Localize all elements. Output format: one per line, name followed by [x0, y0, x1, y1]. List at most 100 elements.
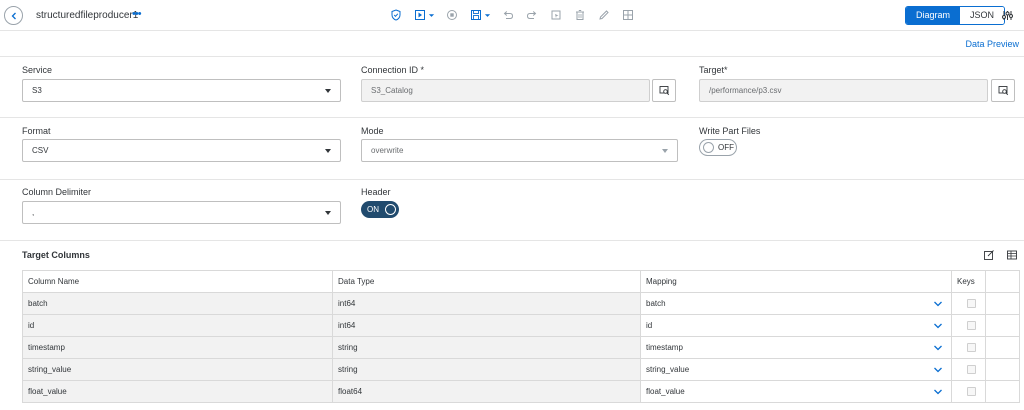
select-icon[interactable] [548, 8, 564, 22]
column-header[interactable]: Data Type [332, 270, 641, 293]
target-label: Target* [699, 65, 728, 75]
format-select[interactable]: CSV [22, 139, 341, 162]
dropdown-arrow-icon [325, 211, 331, 215]
target-columns-title: Target Columns [22, 250, 90, 260]
table-row: id int64 id [22, 314, 1020, 337]
data-type-cell: float64 [332, 380, 641, 403]
toggle-state: ON [367, 205, 379, 214]
back-button[interactable] [4, 6, 23, 25]
toggle-knob [703, 142, 714, 153]
column-header[interactable]: Mapping [640, 270, 952, 293]
dropdown-arrow-icon [662, 149, 668, 153]
browse-icon [998, 86, 1008, 96]
empty-cell [985, 314, 1020, 337]
mode-select[interactable]: overwrite [361, 139, 678, 162]
mapping-value: float_value [646, 387, 685, 396]
target-columns-table: Column Name Data Type Mapping Keys batch… [22, 270, 1020, 403]
table-row: float_value float64 float_value [22, 380, 1020, 403]
divider [0, 117, 1024, 118]
run-icon[interactable] [412, 8, 436, 22]
keys-checkbox[interactable] [967, 365, 976, 374]
write-part-files-toggle[interactable]: OFF [699, 139, 737, 156]
dropdown-arrow-icon [325, 89, 331, 93]
keys-checkbox[interactable] [967, 321, 976, 330]
json-view-button[interactable]: JSON [960, 7, 1005, 24]
divider [0, 179, 1024, 180]
mapping-value: id [646, 321, 653, 330]
connection-browse-button[interactable] [652, 79, 676, 102]
more-icon[interactable]: ••• [132, 8, 142, 20]
write-part-files-label: Write Part Files [699, 126, 761, 136]
column-header[interactable]: Keys [951, 270, 986, 293]
mapping-select[interactable]: string_value [640, 358, 952, 381]
divider [0, 56, 1024, 57]
column-name-cell: id [22, 314, 333, 337]
mapping-select[interactable]: batch [640, 292, 952, 315]
back-icon [11, 12, 16, 19]
connection-id-field[interactable]: S3_Catalog [361, 79, 650, 102]
column-name-cell: batch [22, 292, 333, 315]
target-field[interactable]: /performance/p3.csv [699, 79, 988, 102]
column-header[interactable]: Column Name [22, 270, 333, 293]
mapping-select[interactable]: id [640, 314, 952, 337]
target-browse-button[interactable] [991, 79, 1015, 102]
keys-cell [951, 358, 986, 381]
data-type-cell: int64 [332, 314, 641, 337]
toolbar [388, 8, 644, 22]
keys-cell [951, 314, 986, 337]
column-delimiter-select[interactable]: , [22, 201, 341, 224]
chevron-down-icon [934, 389, 942, 395]
mapping-select[interactable]: float_value [640, 380, 952, 403]
data-type-cell: int64 [332, 292, 641, 315]
column-header-empty [985, 270, 1020, 293]
diagram-view-button[interactable]: Diagram [906, 7, 961, 24]
redo-icon[interactable] [524, 8, 540, 22]
service-value: S3 [32, 86, 42, 95]
chevron-down-icon [428, 13, 434, 17]
table-row: string_value string string_value [22, 358, 1020, 381]
toggle-knob [385, 204, 396, 215]
mapping-value: timestamp [646, 343, 683, 352]
table-row: batch int64 batch [22, 292, 1020, 315]
mapping-select[interactable]: timestamp [640, 336, 952, 359]
stop-icon[interactable] [444, 8, 460, 22]
keys-checkbox[interactable] [967, 387, 976, 396]
empty-cell [985, 292, 1020, 315]
operator-title: structuredfileproducer1 [36, 10, 139, 21]
columns-icon[interactable] [1006, 249, 1018, 261]
empty-cell [985, 380, 1020, 403]
service-select[interactable]: S3 [22, 79, 341, 102]
connection-id-label: Connection ID * [361, 65, 425, 75]
settings-icon[interactable] [1001, 9, 1014, 22]
browse-icon [659, 86, 669, 96]
keys-cell [951, 336, 986, 359]
column-name-cell: string_value [22, 358, 333, 381]
keys-checkbox[interactable] [967, 299, 976, 308]
divider [0, 240, 1024, 241]
layout-icon[interactable] [620, 8, 636, 22]
data-type-cell: string [332, 358, 641, 381]
mapping-value: batch [646, 299, 666, 308]
chevron-down-icon [934, 301, 942, 307]
table-row: timestamp string timestamp [22, 336, 1020, 359]
header-label: Header [361, 187, 391, 197]
chevron-down-icon [934, 323, 942, 329]
data-type-cell: string [332, 336, 641, 359]
mapping-value: string_value [646, 365, 690, 374]
validate-icon[interactable] [388, 8, 404, 22]
format-label: Format [22, 126, 51, 136]
edit-icon[interactable] [596, 8, 612, 22]
edit-columns-icon[interactable] [983, 249, 995, 261]
header-toggle[interactable]: ON [361, 201, 399, 218]
save-icon[interactable] [468, 8, 492, 22]
table-header-row: Column Name Data Type Mapping Keys [22, 270, 1020, 293]
empty-cell [985, 336, 1020, 359]
delete-icon[interactable] [572, 8, 588, 22]
dropdown-arrow-icon [325, 149, 331, 153]
undo-icon[interactable] [500, 8, 516, 22]
toggle-state: OFF [718, 143, 734, 152]
column-name-cell: timestamp [22, 336, 333, 359]
data-preview-link[interactable]: Data Preview [965, 39, 1019, 49]
keys-checkbox[interactable] [967, 343, 976, 352]
mode-label: Mode [361, 126, 384, 136]
